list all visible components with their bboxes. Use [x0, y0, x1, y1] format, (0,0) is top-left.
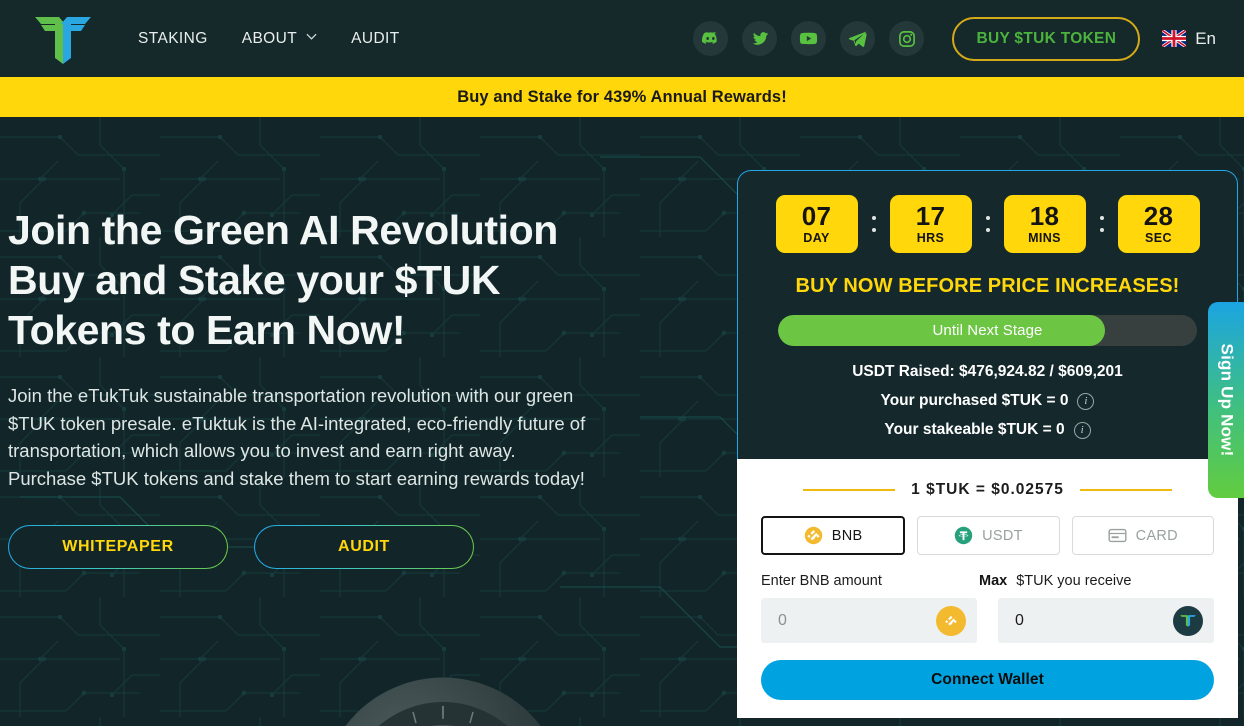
- promo-banner-text: Buy and Stake for 439% Annual Rewards!: [457, 87, 787, 106]
- presale-widget-light-panel: 1 $TUK = $0.02575 BNB USDT CARD Enter BN…: [737, 459, 1238, 718]
- presale-widget-dark-panel: 07 DAY 17 HRS 18 MINS 28 SEC BUY NOW BEF…: [737, 170, 1238, 459]
- token-rate: 1 $TUK = $0.02575: [911, 481, 1064, 498]
- nav-label: ABOUT: [241, 29, 298, 47]
- bnb-icon: [804, 526, 823, 545]
- etuktuk-logo-icon: [35, 16, 91, 64]
- twitter-icon: [752, 31, 769, 45]
- stakeable-label: Your stakeable $TUK = 0: [884, 421, 1065, 438]
- countdown-unit: DAY: [803, 231, 830, 245]
- bnb-glyph-icon: [945, 615, 957, 625]
- tuk-coin-icon: [1173, 605, 1203, 636]
- usdt-icon: [954, 526, 973, 545]
- purchased-label: Your purchased $TUK = 0: [880, 392, 1069, 409]
- nav-item-about[interactable]: ABOUT: [242, 30, 317, 48]
- countdown-unit: MINS: [1028, 231, 1061, 245]
- receive-amount-field[interactable]: [998, 598, 1214, 643]
- instagram-icon: [899, 30, 915, 47]
- language-selector[interactable]: En: [1162, 29, 1216, 49]
- pay-amount-input[interactable]: [778, 611, 936, 630]
- hero-copy: Join the Green AI Revolution Buy and Sta…: [8, 205, 608, 569]
- etuktuk-token-icon: [1180, 615, 1196, 627]
- usdt-raised-text: USDT Raised: $476,924.82 / $609,201: [852, 363, 1123, 380]
- receive-field-label: $TUK you receive: [1016, 573, 1132, 589]
- main-nav: STAKING ABOUT AUDIT: [138, 30, 400, 48]
- progress-label: Until Next Stage: [932, 322, 1043, 339]
- discord-icon: [702, 32, 718, 44]
- token-rate-row: 1 $TUK = $0.02575: [761, 481, 1214, 499]
- countdown-unit: HRS: [916, 231, 945, 245]
- countdown-timer: 07 DAY 17 HRS 18 MINS 28 SEC: [760, 195, 1215, 253]
- hero-cta-row: WHITEPAPER AUDIT: [8, 525, 608, 569]
- site-header: STAKING ABOUT AUDIT BUY $TUK TOKEN En: [0, 0, 1244, 77]
- field-labels-row: Enter BNB amount Max $TUK you receive: [761, 573, 1214, 589]
- countdown-separator: [1086, 216, 1118, 232]
- info-icon[interactable]: i: [1077, 392, 1095, 410]
- amount-fields-row: [761, 598, 1214, 643]
- countdown-separator: [972, 216, 1004, 232]
- tab-label: USDT: [982, 527, 1023, 544]
- stakeable-row: Your stakeable $TUK = 0 i: [760, 421, 1215, 439]
- signup-side-tab-label: Sign Up Now!: [1217, 343, 1237, 457]
- nav-item-staking[interactable]: STAKING: [138, 30, 208, 48]
- audit-button[interactable]: AUDIT: [254, 525, 474, 569]
- purchased-row: Your purchased $TUK = 0 i: [760, 392, 1215, 410]
- countdown-unit: SEC: [1145, 231, 1172, 245]
- promo-banner[interactable]: Buy and Stake for 439% Annual Rewards!: [0, 77, 1244, 117]
- divider-left: [803, 489, 896, 491]
- hero-paragraph: Join the eTukTuk sustainable transportat…: [8, 385, 586, 489]
- pay-amount-field[interactable]: [761, 598, 977, 643]
- info-icon[interactable]: i: [1073, 421, 1091, 439]
- youtube-link[interactable]: [791, 21, 827, 56]
- countdown-minutes: 18 MINS: [1003, 195, 1086, 253]
- tab-label: BNB: [831, 527, 863, 544]
- pay-field-label: Enter BNB amount: [761, 573, 882, 589]
- connect-wallet-button[interactable]: Connect Wallet: [761, 660, 1214, 700]
- social-links: [693, 21, 925, 56]
- presale-widget: 07 DAY 17 HRS 18 MINS 28 SEC BUY NOW BEF…: [737, 170, 1238, 718]
- youtube-icon: [800, 32, 818, 45]
- signup-side-tab[interactable]: Sign Up Now!: [1208, 302, 1244, 498]
- receive-amount-input[interactable]: [1015, 611, 1173, 630]
- logo[interactable]: [30, 11, 96, 67]
- language-label: En: [1195, 28, 1216, 48]
- tab-usdt[interactable]: USDT: [917, 516, 1060, 555]
- countdown-hours: 17 HRS: [889, 195, 972, 253]
- tab-card[interactable]: CARD: [1071, 516, 1214, 555]
- telegram-link[interactable]: [840, 21, 876, 56]
- presale-progress-bar: Until Next Stage: [778, 315, 1197, 346]
- nav-label: STAKING: [138, 29, 208, 47]
- page-root: 0 10 20 30 70 80 90 TUK TUK TUK TUK TUK …: [0, 0, 1244, 726]
- presale-cta-text: BUY NOW BEFORE PRICE INCREASES!: [795, 275, 1180, 297]
- bnb-coin-icon: [936, 605, 966, 636]
- countdown-seconds: 28 SEC: [1117, 195, 1200, 253]
- instagram-link[interactable]: [889, 21, 925, 56]
- tab-label: CARD: [1135, 527, 1178, 544]
- divider-right: [1079, 489, 1172, 491]
- uk-flag-icon: [1162, 30, 1187, 47]
- card-icon: [1108, 528, 1127, 543]
- telegram-icon: [849, 31, 868, 47]
- whitepaper-button[interactable]: WHITEPAPER: [8, 525, 228, 569]
- countdown-days: 07 DAY: [775, 195, 858, 253]
- max-link[interactable]: Max: [979, 573, 1007, 589]
- tab-bnb[interactable]: BNB: [761, 516, 906, 555]
- countdown-separator: [858, 216, 890, 232]
- countdown-value: 17: [915, 201, 946, 231]
- countdown-value: 07: [801, 201, 832, 231]
- page-title: Join the Green AI Revolution Buy and Sta…: [8, 207, 558, 353]
- vault-dial-graphic: 0 10 20 30 70 80 90 TUK TUK TUK TUK TUK …: [345, 677, 541, 726]
- discord-link[interactable]: [693, 21, 729, 56]
- countdown-value: 28: [1143, 201, 1174, 231]
- chevron-down-icon: [306, 33, 317, 40]
- receive-label-group: Max $TUK you receive: [979, 573, 1214, 589]
- payment-method-tabs: BNB USDT CARD: [761, 516, 1214, 555]
- twitter-link[interactable]: [742, 21, 778, 56]
- buy-token-button[interactable]: BUY $TUK TOKEN: [952, 16, 1141, 61]
- nav-label: AUDIT: [351, 29, 400, 47]
- nav-item-audit[interactable]: AUDIT: [351, 30, 400, 48]
- countdown-value: 18: [1029, 201, 1060, 231]
